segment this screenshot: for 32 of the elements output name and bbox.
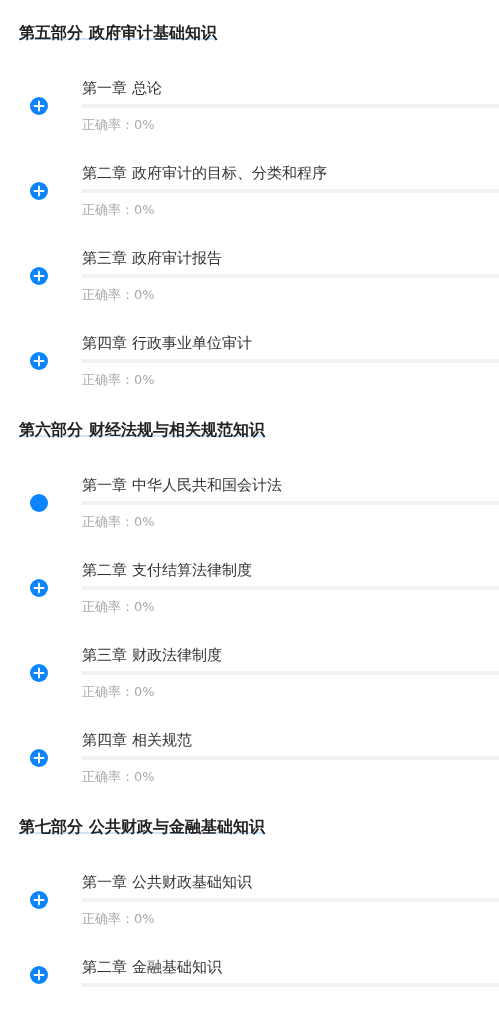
chapter-title[interactable]: 第四章 相关规范 (82, 729, 499, 751)
plus-icon[interactable] (30, 749, 48, 767)
plus-icon[interactable] (30, 352, 48, 370)
dot-icon[interactable] (30, 494, 48, 512)
chapter-title[interactable]: 第四章 行政事业单位审计 (82, 332, 499, 354)
accuracy-text: 正确率：0% (82, 513, 156, 531)
section-heading: 第五部分 政府审计基础知识 (19, 23, 217, 42)
accuracy-text: 正确率：0% (82, 598, 156, 616)
plus-icon[interactable] (30, 966, 48, 984)
section-heading: 第六部分 财经法规与相关规范知识 (19, 420, 265, 439)
accuracy-text: 正确率：0% (82, 116, 156, 134)
accuracy-text: 正确率：0% (82, 683, 156, 701)
chapter-title[interactable]: 第二章 金融基础知识 (82, 956, 499, 978)
accuracy-text: 正确率：0% (82, 201, 156, 219)
plus-icon[interactable] (30, 579, 48, 597)
section-heading: 第七部分 公共财政与金融基础知识 (19, 817, 265, 836)
chapter-title[interactable]: 第一章 公共财政基础知识 (82, 871, 499, 893)
chapter-title[interactable]: 第二章 政府审计的目标、分类和程序 (82, 162, 499, 184)
plus-icon[interactable] (30, 267, 48, 285)
chapter-title[interactable]: 第一章 中华人民共和国会计法 (82, 474, 499, 496)
chapter-title[interactable]: 第三章 政府审计报告 (82, 247, 499, 269)
plus-icon[interactable] (30, 97, 48, 115)
accuracy-text: 正确率：0% (82, 286, 156, 304)
plus-icon[interactable] (30, 664, 48, 682)
accuracy-text: 正确率：0% (82, 371, 156, 389)
plus-icon[interactable] (30, 891, 48, 909)
chapter-title[interactable]: 第二章 支付结算法律制度 (82, 559, 499, 581)
accuracy-text: 正确率：0% (82, 910, 156, 928)
accuracy-text: 正确率：0% (82, 768, 156, 786)
chapter-title[interactable]: 第三章 财政法律制度 (82, 644, 499, 666)
chapter-title[interactable]: 第一章 总论 (82, 77, 499, 99)
plus-icon[interactable] (30, 182, 48, 200)
